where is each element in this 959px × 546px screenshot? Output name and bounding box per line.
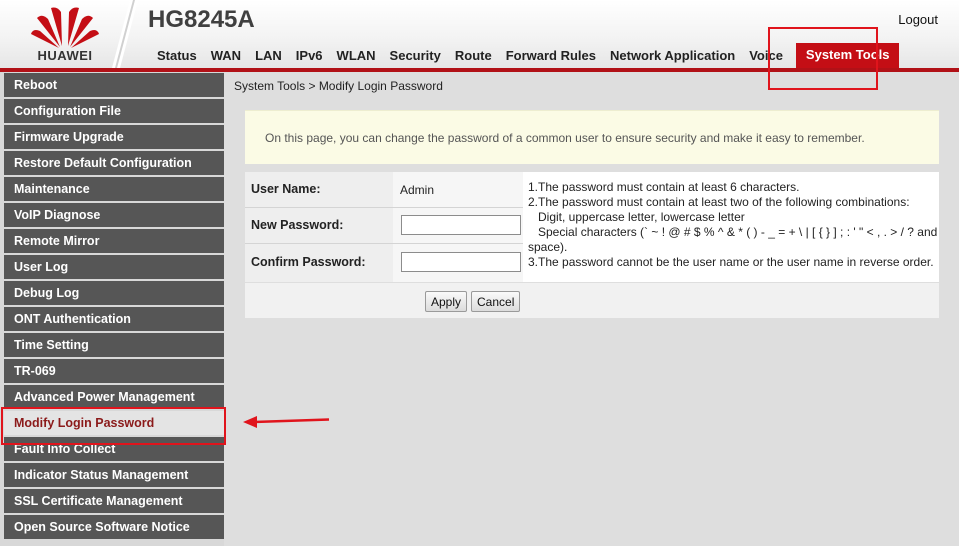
- confirm-password-cell: [393, 244, 523, 282]
- nav-tab-ipv6[interactable]: IPv6: [289, 46, 330, 68]
- sidebar-item-ssl-certificate-management[interactable]: SSL Certificate Management: [4, 489, 224, 513]
- apply-button[interactable]: Apply: [425, 291, 468, 312]
- sidebar-item-firmware-upgrade[interactable]: Firmware Upgrade: [4, 125, 224, 149]
- main-content: System Tools > Modify Login Password On …: [224, 72, 959, 546]
- button-bar: Apply Cancel: [245, 283, 939, 318]
- sidebar-item-advanced-power-management[interactable]: Advanced Power Management: [4, 385, 224, 409]
- new-password-input[interactable]: [401, 215, 521, 235]
- huawei-logo: HUAWEI: [10, 2, 120, 68]
- password-rule-line: Special characters (` ~ ! @ # $ % ^ & * …: [538, 225, 938, 239]
- password-form: User Name: Admin New Password: Confirm P…: [245, 172, 939, 282]
- brand-name: HUAWEI: [37, 48, 93, 63]
- sidebar-item-remote-mirror[interactable]: Remote Mirror: [4, 229, 224, 253]
- user-name-label: User Name:: [251, 182, 321, 196]
- device-model-title: HG8245A: [148, 6, 255, 33]
- nav-tab-wlan[interactable]: WLAN: [330, 46, 383, 68]
- password-rule-line: 2.The password must contain at least two…: [528, 195, 910, 209]
- sidebar-item-reboot[interactable]: Reboot: [4, 73, 224, 97]
- sidebar-item-indicator-status-management[interactable]: Indicator Status Management: [4, 463, 224, 487]
- confirm-password-row: Confirm Password:: [245, 244, 523, 282]
- user-name-value: Admin: [400, 183, 435, 197]
- password-rules: 1.The password must contain at least 6 c…: [523, 172, 939, 282]
- nav-tab-route[interactable]: Route: [448, 46, 499, 68]
- user-name-cell: Admin: [393, 172, 523, 207]
- new-password-cell: [393, 208, 523, 243]
- user-name-row: User Name: Admin: [245, 172, 523, 208]
- password-rule-line: 3.The password cannot be the user name o…: [528, 255, 934, 269]
- sidebar-item-debug-log[interactable]: Debug Log: [4, 281, 224, 305]
- sidebar-menu: Reboot Configuration File Firmware Upgrade…: [0, 72, 230, 546]
- sidebar-item-voip-diagnose[interactable]: VoIP Diagnose: [4, 203, 224, 227]
- new-password-row: New Password:: [245, 208, 523, 244]
- header-divider: [112, 0, 138, 68]
- sidebar-item-user-log[interactable]: User Log: [4, 255, 224, 279]
- new-password-label: New Password:: [251, 218, 344, 232]
- password-rule-line: space).: [528, 240, 568, 254]
- sidebar-item-tr-069[interactable]: TR-069: [4, 359, 224, 383]
- confirm-password-input[interactable]: [401, 252, 521, 272]
- confirm-password-label: Confirm Password:: [251, 255, 366, 269]
- logout-link[interactable]: Logout: [898, 12, 938, 27]
- breadcrumb: System Tools > Modify Login Password: [234, 79, 443, 93]
- cancel-button[interactable]: Cancel: [471, 291, 521, 312]
- sidebar-item-restore-default-configuration[interactable]: Restore Default Configuration: [4, 151, 224, 175]
- sidebar-item-configuration-file[interactable]: Configuration File: [4, 99, 224, 123]
- password-rule-line: Digit, uppercase letter, lowercase lette…: [538, 210, 745, 224]
- nav-tab-lan[interactable]: LAN: [248, 46, 289, 68]
- sidebar-item-maintenance[interactable]: Maintenance: [4, 177, 224, 201]
- sidebar-item-ont-authentication[interactable]: ONT Authentication: [4, 307, 224, 331]
- annotation-arrow-icon: [243, 416, 330, 428]
- sidebar-item-time-setting[interactable]: Time Setting: [4, 333, 224, 357]
- huawei-flower-icon: [31, 7, 99, 48]
- nav-tab-wan[interactable]: WAN: [204, 46, 248, 68]
- modify-login-password-highlight: [1, 407, 226, 445]
- nav-tab-status[interactable]: Status: [150, 46, 204, 68]
- nav-tab-network-application[interactable]: Network Application: [603, 46, 742, 68]
- system-tools-highlight: [768, 27, 878, 90]
- nav-tab-security[interactable]: Security: [383, 46, 448, 68]
- password-rule-line: 1.The password must contain at least 6 c…: [528, 180, 800, 194]
- nav-tab-forward-rules[interactable]: Forward Rules: [499, 46, 603, 68]
- sidebar-item-open-source-software-notice[interactable]: Open Source Software Notice: [4, 515, 224, 539]
- info-notice: On this page, you can change the passwor…: [245, 110, 939, 164]
